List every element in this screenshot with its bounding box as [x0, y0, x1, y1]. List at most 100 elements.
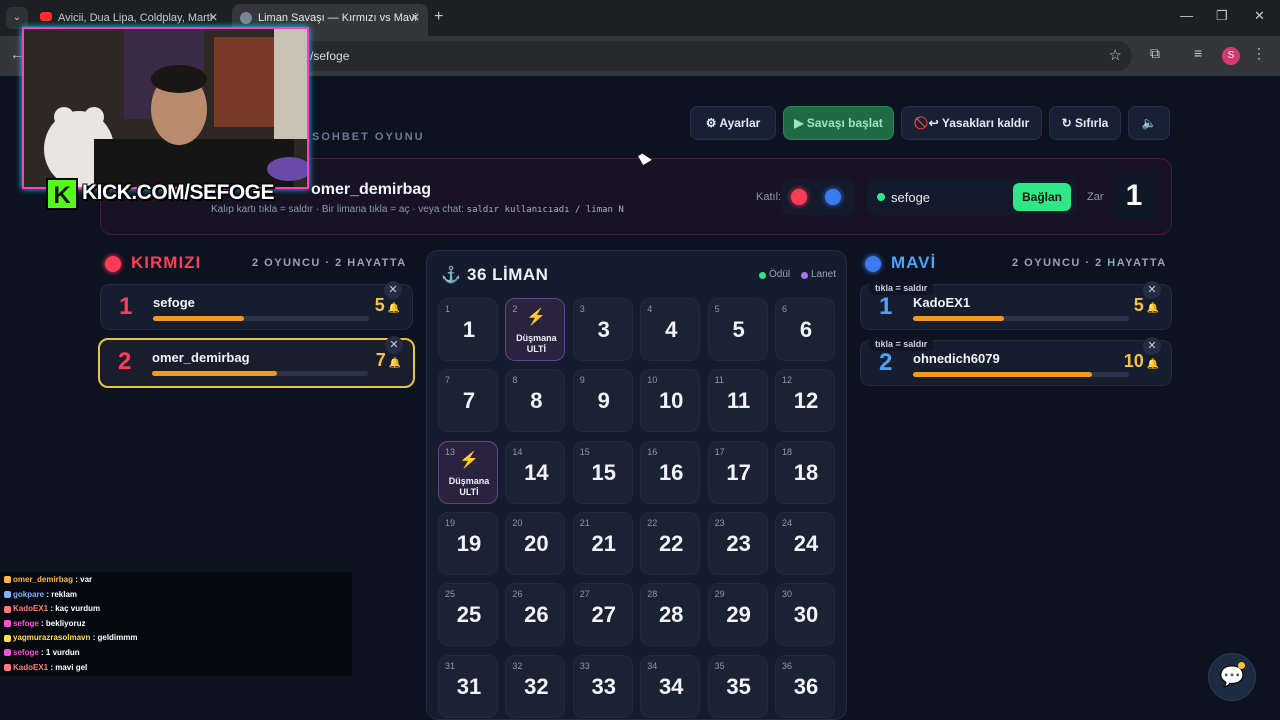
harbor-cell[interactable]: 77 — [438, 369, 498, 433]
harbor-cell[interactable]: 34 34 — [640, 654, 701, 718]
player-progress-fill — [913, 316, 1004, 321]
harbor-cell[interactable]: 44 — [640, 298, 701, 361]
reset-button[interactable]: ↻ Sıfırla — [1049, 106, 1121, 140]
chat-bubble-button[interactable]: 💬 — [1208, 653, 1256, 701]
chat-username: yagmurazrasolmavn — [13, 633, 91, 643]
harbor-cell[interactable]: 36 36 — [775, 654, 835, 718]
bell-icon: 🔔 — [1143, 303, 1159, 314]
harbor-cell-number: 9 — [597, 388, 610, 414]
chat-badge-icon — [4, 663, 11, 671]
menu-kebab-icon[interactable]: ⋮ — [1252, 45, 1266, 62]
harbor-cell-index: 19 — [445, 517, 456, 528]
harbor-cell[interactable]: 15 15 — [572, 440, 633, 504]
harbor-cell[interactable]: 11 11 — [707, 369, 768, 433]
new-tab-button[interactable]: + — [434, 8, 443, 26]
harbor-cell-index: 22 — [647, 517, 658, 528]
harbor-cell[interactable]: 31 31 — [438, 654, 498, 718]
harbor-cell-ulti[interactable]: 13 ⚡ Düşmana ULTİ — [438, 440, 498, 504]
harbor-cell[interactable]: 25 25 — [438, 583, 498, 647]
remove-player-button[interactable]: ✕ — [385, 336, 403, 354]
join-blue-button[interactable] — [825, 189, 841, 205]
url-text: /sefoge — [310, 49, 350, 63]
harbor-cell[interactable]: 20 20 — [505, 511, 566, 575]
player-progress-bar — [913, 372, 1129, 377]
blue-player-card[interactable]: tıkla = saldır 1 KadoEX1 5 🔔 ✕ — [860, 281, 1172, 330]
profile-avatar[interactable]: S — [1222, 47, 1240, 65]
settings-button[interactable]: ⚙ Ayarlar — [690, 106, 776, 140]
harbor-cell[interactable]: 21 21 — [572, 511, 633, 575]
harbor-cell[interactable]: 35 35 — [707, 654, 768, 718]
harbor-cell-number: 32 — [524, 673, 549, 699]
harbor-cell[interactable]: 33 33 — [572, 654, 633, 718]
harbor-cell-index: 35 — [714, 660, 725, 671]
bell-icon: 🔔 — [385, 358, 401, 369]
harbor-cell[interactable]: 29 29 — [707, 583, 768, 647]
harbor-cell[interactable]: 12 12 — [775, 369, 835, 433]
player-name: sefoge — [153, 295, 195, 310]
chat-text: var — [80, 575, 93, 584]
username-input[interactable] — [891, 183, 1011, 211]
harbor-cell[interactable]: 32 32 — [505, 654, 566, 718]
harbor-cell[interactable]: 10 10 — [640, 369, 701, 433]
close-window-icon[interactable]: ✕ — [1254, 8, 1265, 24]
harbor-cell-ulti[interactable]: 2 ⚡ Düşmana ULTİ — [505, 298, 566, 361]
remove-player-button[interactable]: ✕ — [1143, 281, 1161, 299]
harbor-cell[interactable]: 28 28 — [640, 583, 701, 647]
extensions-icon[interactable]: ⧉ — [1150, 45, 1160, 62]
start-battle-button[interactable]: ▶ Savaşı başlat — [783, 106, 894, 140]
harbor-cell[interactable]: 17 17 — [707, 440, 768, 504]
blue-player-card[interactable]: tıkla = saldır 2 ohnedich6079 10 🔔 ✕ — [860, 337, 1172, 386]
red-player-card-active[interactable]: 2 omer_demirbag 7 🔔 ✕ — [98, 336, 415, 388]
harbor-cell-number: 15 — [591, 459, 617, 485]
media-controls-icon[interactable]: ≡ — [1194, 45, 1202, 61]
harbor-cell[interactable]: 30 30 — [775, 583, 835, 647]
harbor-cell[interactable]: 33 — [572, 298, 633, 361]
join-red-button[interactable] — [791, 189, 807, 205]
red-player-card[interactable]: 1 sefoge 5 🔔 ✕ — [100, 281, 413, 330]
harbor-cell[interactable]: 26 26 — [505, 583, 566, 647]
harbor-cell-number: 26 — [524, 602, 549, 628]
harbor-cell[interactable]: 88 — [505, 369, 566, 433]
remove-player-button[interactable]: ✕ — [384, 281, 402, 299]
harbor-cell[interactable]: 19 19 — [438, 511, 498, 575]
minimize-icon[interactable]: — — [1180, 8, 1193, 23]
harbor-cell[interactable]: 66 — [775, 298, 835, 361]
harbor-cell[interactable]: 22 22 — [640, 511, 701, 575]
chat-text: mavi gel — [55, 662, 88, 672]
harbor-cell-number: 18 — [793, 459, 819, 485]
page-subtitle: SOHBET OYUNU — [312, 131, 425, 143]
harbor-cell[interactable]: 11 — [438, 298, 498, 361]
harbor-cell[interactable]: 16 16 — [640, 440, 701, 504]
harbor-cell-index: 36 — [782, 660, 793, 671]
harbor-cell[interactable]: 99 — [572, 369, 633, 433]
restore-icon[interactable]: ❐ — [1216, 8, 1228, 24]
harbor-cell-number: 11 — [726, 388, 751, 414]
connect-button[interactable]: Bağlan — [1013, 183, 1071, 211]
kick-channel-banner: K KICK.COM/SEFOGE — [46, 177, 284, 213]
harbor-cell-number: 31 — [456, 673, 482, 699]
remove-player-button[interactable]: ✕ — [1143, 337, 1161, 355]
harbor-cell[interactable]: 55 — [707, 298, 768, 361]
harbor-cell[interactable]: 24 24 — [775, 511, 835, 575]
harbor-cell-index: 14 — [512, 446, 523, 457]
harbor-cell[interactable]: 18 18 — [775, 440, 835, 504]
blue-team-title: MAVİ — [891, 253, 937, 272]
harbor-cell[interactable]: 14 14 — [505, 440, 566, 504]
harbor-cell-index: 28 — [647, 589, 658, 600]
chat-message: sefoge : bekliyoruz — [4, 619, 85, 628]
harbor-cell-number: 7 — [462, 388, 476, 414]
chat-command-code: saldır kullanıcıadı / liman N — [466, 205, 624, 215]
bookmark-star-icon[interactable]: ☆ — [1109, 46, 1122, 64]
sound-button[interactable]: 🔈 — [1128, 106, 1170, 140]
close-tab-icon[interactable]: ✕ — [411, 4, 420, 32]
harbor-cell-index: 24 — [782, 517, 793, 528]
harbor-cell-index: 32 — [512, 660, 523, 671]
harbor-cell[interactable]: 23 23 — [707, 511, 768, 575]
harbor-cell[interactable]: 27 27 — [572, 583, 633, 647]
remove-bans-button[interactable]: 🚫↩ Yasakları kaldır — [901, 106, 1042, 140]
player-name: ohnedich6079 — [913, 351, 1000, 366]
chat-text: 1 vurdun — [45, 648, 80, 657]
harbor-cell-index: 34 — [647, 660, 658, 671]
tab-search-chevron-icon[interactable]: ⌄ — [6, 7, 28, 29]
harbor-cell-index: 23 — [714, 517, 725, 528]
